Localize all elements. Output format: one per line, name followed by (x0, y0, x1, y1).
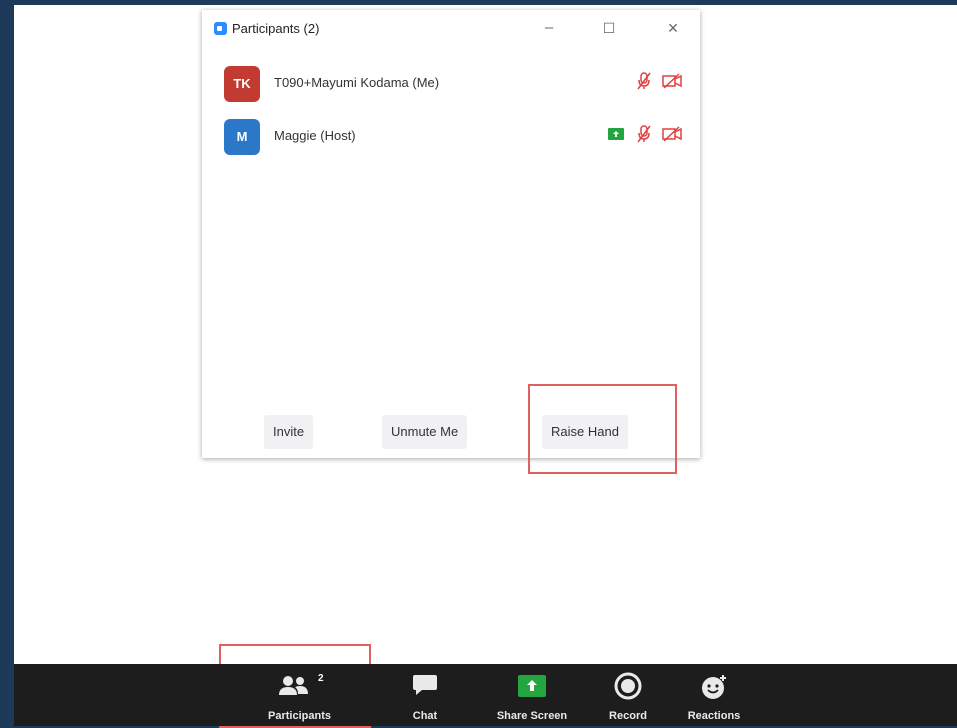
participant-row-me[interactable]: TK T090+Mayumi Kodama (Me) (202, 62, 700, 102)
video-off-icon[interactable] (662, 73, 682, 89)
record-label: Record (609, 710, 647, 722)
raise-hand-highlight (528, 384, 677, 474)
participants-toolbar-button[interactable]: 2 Participants (252, 664, 347, 726)
participants-label: Participants (268, 710, 331, 722)
unmute-me-button[interactable]: Unmute Me (382, 415, 468, 449)
minimize-button[interactable]: – (538, 18, 560, 38)
zoom-app-icon (214, 22, 227, 35)
chat-toolbar-button[interactable]: Chat (397, 664, 453, 726)
avatar: TK (224, 66, 260, 102)
share-screen-toolbar-button[interactable]: Share Screen (482, 664, 582, 726)
reactions-toolbar-button[interactable]: Reactions (676, 664, 752, 726)
participant-row-host[interactable]: M Maggie (Host) (202, 115, 700, 155)
participant-name: T090+Mayumi Kodama (Me) (274, 75, 440, 90)
participant-status-icons (601, 125, 682, 145)
record-toolbar-button[interactable]: Record (599, 664, 657, 726)
screen-share-icon (608, 128, 625, 140)
avatar: M (224, 119, 260, 155)
muted-mic-icon[interactable] (636, 72, 652, 90)
participant-name: Maggie (Host) (274, 128, 356, 143)
reactions-label: Reactions (687, 710, 741, 722)
window-title: Participants (2) (232, 21, 320, 36)
participants-icon (278, 676, 308, 695)
participant-status-icons (630, 72, 682, 92)
muted-mic-icon[interactable] (636, 125, 652, 143)
title-bar: Participants (2) – ☐ × (202, 10, 700, 46)
participants-count: 2 (318, 673, 324, 684)
reactions-icon (702, 675, 726, 699)
close-button[interactable]: × (662, 18, 684, 38)
video-off-icon[interactable] (662, 126, 682, 142)
invite-button[interactable]: Invite (264, 415, 314, 449)
chat-label: Chat (412, 710, 438, 722)
chat-icon (413, 675, 437, 695)
share-screen-icon (518, 675, 546, 697)
maximize-button[interactable]: ☐ (598, 18, 620, 38)
share-screen-label: Share Screen (496, 710, 568, 722)
record-icon (614, 672, 642, 700)
meeting-toolbar: 2 Participants Chat Share Screen Record … (14, 664, 957, 726)
